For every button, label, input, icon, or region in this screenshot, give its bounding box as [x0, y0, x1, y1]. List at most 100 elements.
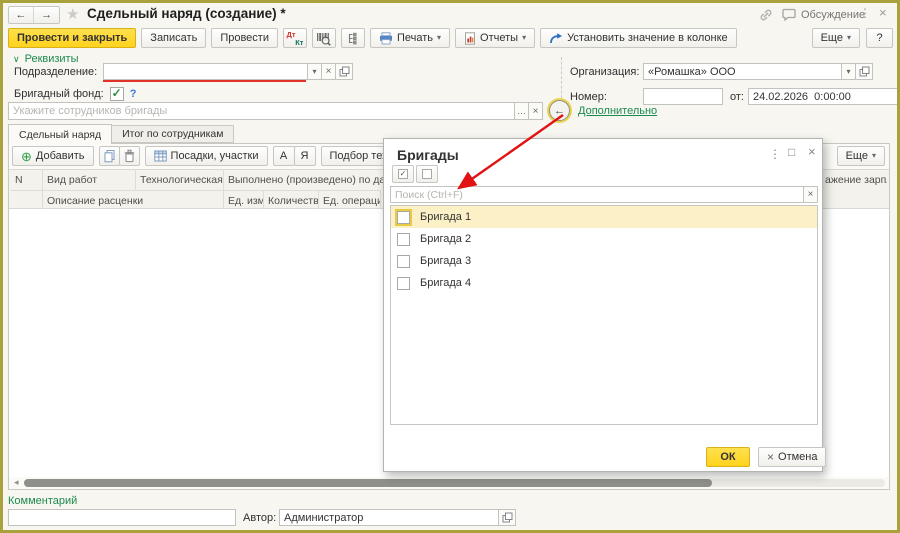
list-item-brigade-2[interactable]: Бригада 2 — [391, 228, 817, 250]
employees-select-button[interactable]: … — [514, 102, 529, 120]
print-button[interactable]: Печать▾ — [370, 28, 450, 48]
window-close-icon[interactable]: × — [879, 5, 887, 20]
dialog-close-icon[interactable]: × — [808, 144, 816, 159]
hierarchy-icon — [346, 31, 360, 46]
list-item-brigade-1[interactable]: Бригада 1 — [391, 206, 817, 228]
delete-row-button[interactable] — [119, 146, 140, 166]
titlebar-menu-icon[interactable]: ⋮ — [859, 6, 871, 20]
item-label: Бригада 4 — [420, 277, 471, 289]
col-tech-op[interactable]: Технологическая опер... — [136, 170, 224, 190]
department-input[interactable] — [103, 63, 308, 80]
favorite-star-icon[interactable]: ★ — [66, 5, 79, 23]
organization-open-button[interactable] — [855, 63, 873, 80]
tab-totals[interactable]: Итог по сотрудникам — [112, 125, 234, 143]
open-icon — [859, 66, 870, 77]
employees-field: … × — [8, 102, 543, 120]
cancel-button[interactable]: ×Отмена — [758, 447, 826, 467]
field-help-icon[interactable]: ? — [130, 88, 137, 100]
dialog-search-field: × — [390, 186, 818, 203]
col-op-unit[interactable]: Ед. операции — [319, 190, 381, 210]
ok-button[interactable]: ОК — [706, 447, 750, 467]
more-button[interactable]: Еще▾ — [812, 28, 860, 48]
number-label: Номер: — [570, 91, 607, 103]
forward-button[interactable]: → — [34, 7, 59, 23]
department-open-button[interactable] — [335, 63, 353, 80]
copy-row-button[interactable] — [99, 146, 120, 166]
help-button[interactable]: ? — [866, 28, 893, 48]
date-input[interactable] — [748, 88, 900, 105]
scroll-left-icon[interactable]: ◂ — [14, 477, 19, 488]
brigades-dialog: Бригады ⋮ □ × ✓ × Бригада 1 Бригада 2 — [383, 138, 823, 472]
col-n[interactable]: N — [11, 170, 43, 190]
additional-link[interactable]: Дополнительно — [578, 105, 657, 117]
organization-dropdown-button[interactable]: ▾ — [841, 63, 856, 80]
reports-button[interactable]: Отчеты▾ — [455, 28, 535, 48]
col-rate-desc[interactable]: Описание расценки — [43, 190, 224, 210]
dtkt-button[interactable]: Дт Кт — [283, 28, 307, 48]
post-button[interactable]: Провести — [211, 28, 278, 48]
search-clear-button[interactable]: × — [803, 186, 818, 203]
sort-desc-button[interactable]: Я — [294, 146, 316, 166]
author-input[interactable] — [279, 509, 499, 526]
item-checkbox[interactable] — [397, 277, 410, 290]
report-icon — [464, 32, 476, 45]
employees-clear-button[interactable]: × — [528, 102, 543, 120]
item-checkbox[interactable] — [397, 233, 410, 246]
list-item-brigade-4[interactable]: Бригада 4 — [391, 272, 817, 294]
add-row-button[interactable]: ⊕ Добавить — [12, 146, 94, 166]
required-underline — [103, 80, 306, 82]
dropdown-icon: ▾ — [846, 68, 850, 76]
list-item-brigade-3[interactable]: Бригада 3 — [391, 250, 817, 272]
close-icon: × — [326, 66, 332, 77]
discussion-button[interactable]: Обсуждение — [782, 8, 865, 21]
brigades-list: Бригада 1 Бригада 2 Бригада 3 Бригада 4 — [390, 205, 818, 425]
item-checkbox[interactable] — [397, 255, 410, 268]
post-and-close-button[interactable]: Провести и закрыть — [8, 28, 136, 48]
department-dropdown-button[interactable]: ▾ — [307, 63, 322, 80]
plus-icon: ⊕ — [21, 150, 32, 163]
structure-button[interactable] — [341, 28, 365, 48]
col-blank — [11, 190, 43, 210]
close-icon: × — [533, 106, 539, 117]
item-checkbox[interactable] — [397, 211, 410, 224]
link-icon[interactable] — [759, 8, 773, 22]
check-all-button[interactable]: ✓ — [392, 165, 414, 183]
col-qty[interactable]: Количество — [264, 190, 319, 210]
back-button[interactable]: ← — [9, 7, 34, 23]
sort-asc-button[interactable]: А — [273, 146, 295, 166]
number-input[interactable] — [643, 88, 723, 105]
dropdown-icon: ▾ — [872, 152, 876, 160]
tab-piecework[interactable]: Сдельный наряд — [8, 124, 112, 144]
forward-icon: → — [41, 9, 52, 21]
set-column-value-button[interactable]: Установить значение в колонке — [540, 28, 737, 48]
landings-button[interactable]: Посадки, участки — [145, 146, 268, 166]
col-salary-partial[interactable]: ажение зарплаты — [821, 170, 887, 190]
brigade-fund-checkbox[interactable]: ✓ — [110, 87, 124, 101]
col-work-type[interactable]: Вид работ — [43, 170, 136, 190]
dialog-maximize-icon[interactable]: □ — [788, 145, 795, 159]
row-actions-group — [99, 146, 140, 166]
close-icon: × — [767, 451, 774, 463]
dialog-title: Бригады — [397, 147, 459, 163]
scroll-thumb[interactable] — [24, 479, 712, 487]
author-open-button[interactable] — [498, 509, 516, 526]
write-button[interactable]: Записать — [141, 28, 206, 48]
back-icon: ← — [16, 9, 27, 21]
requisites-group-header[interactable]: ∨ Реквизиты — [13, 53, 79, 65]
grid-icon — [154, 150, 167, 162]
comment-input[interactable] — [8, 509, 236, 526]
fill-from-brigade-button[interactable]: ← — [549, 100, 570, 121]
department-clear-button[interactable]: × — [321, 63, 336, 80]
uncheck-all-button[interactable] — [416, 165, 438, 183]
from-label: от: — [730, 91, 744, 103]
check-icon: ✓ — [112, 87, 122, 99]
employees-input[interactable] — [8, 102, 515, 120]
organization-input[interactable] — [643, 63, 842, 80]
dropdown-icon: ▾ — [312, 68, 316, 76]
barcode-search-button[interactable] — [312, 28, 336, 48]
table-more-button[interactable]: Еще▾ — [837, 146, 885, 166]
col-unit[interactable]: Ед. изм. — [224, 190, 264, 210]
search-input[interactable] — [390, 186, 804, 203]
department-label: Подразделение: — [14, 66, 97, 78]
dialog-menu-icon[interactable]: ⋮ — [769, 147, 781, 161]
